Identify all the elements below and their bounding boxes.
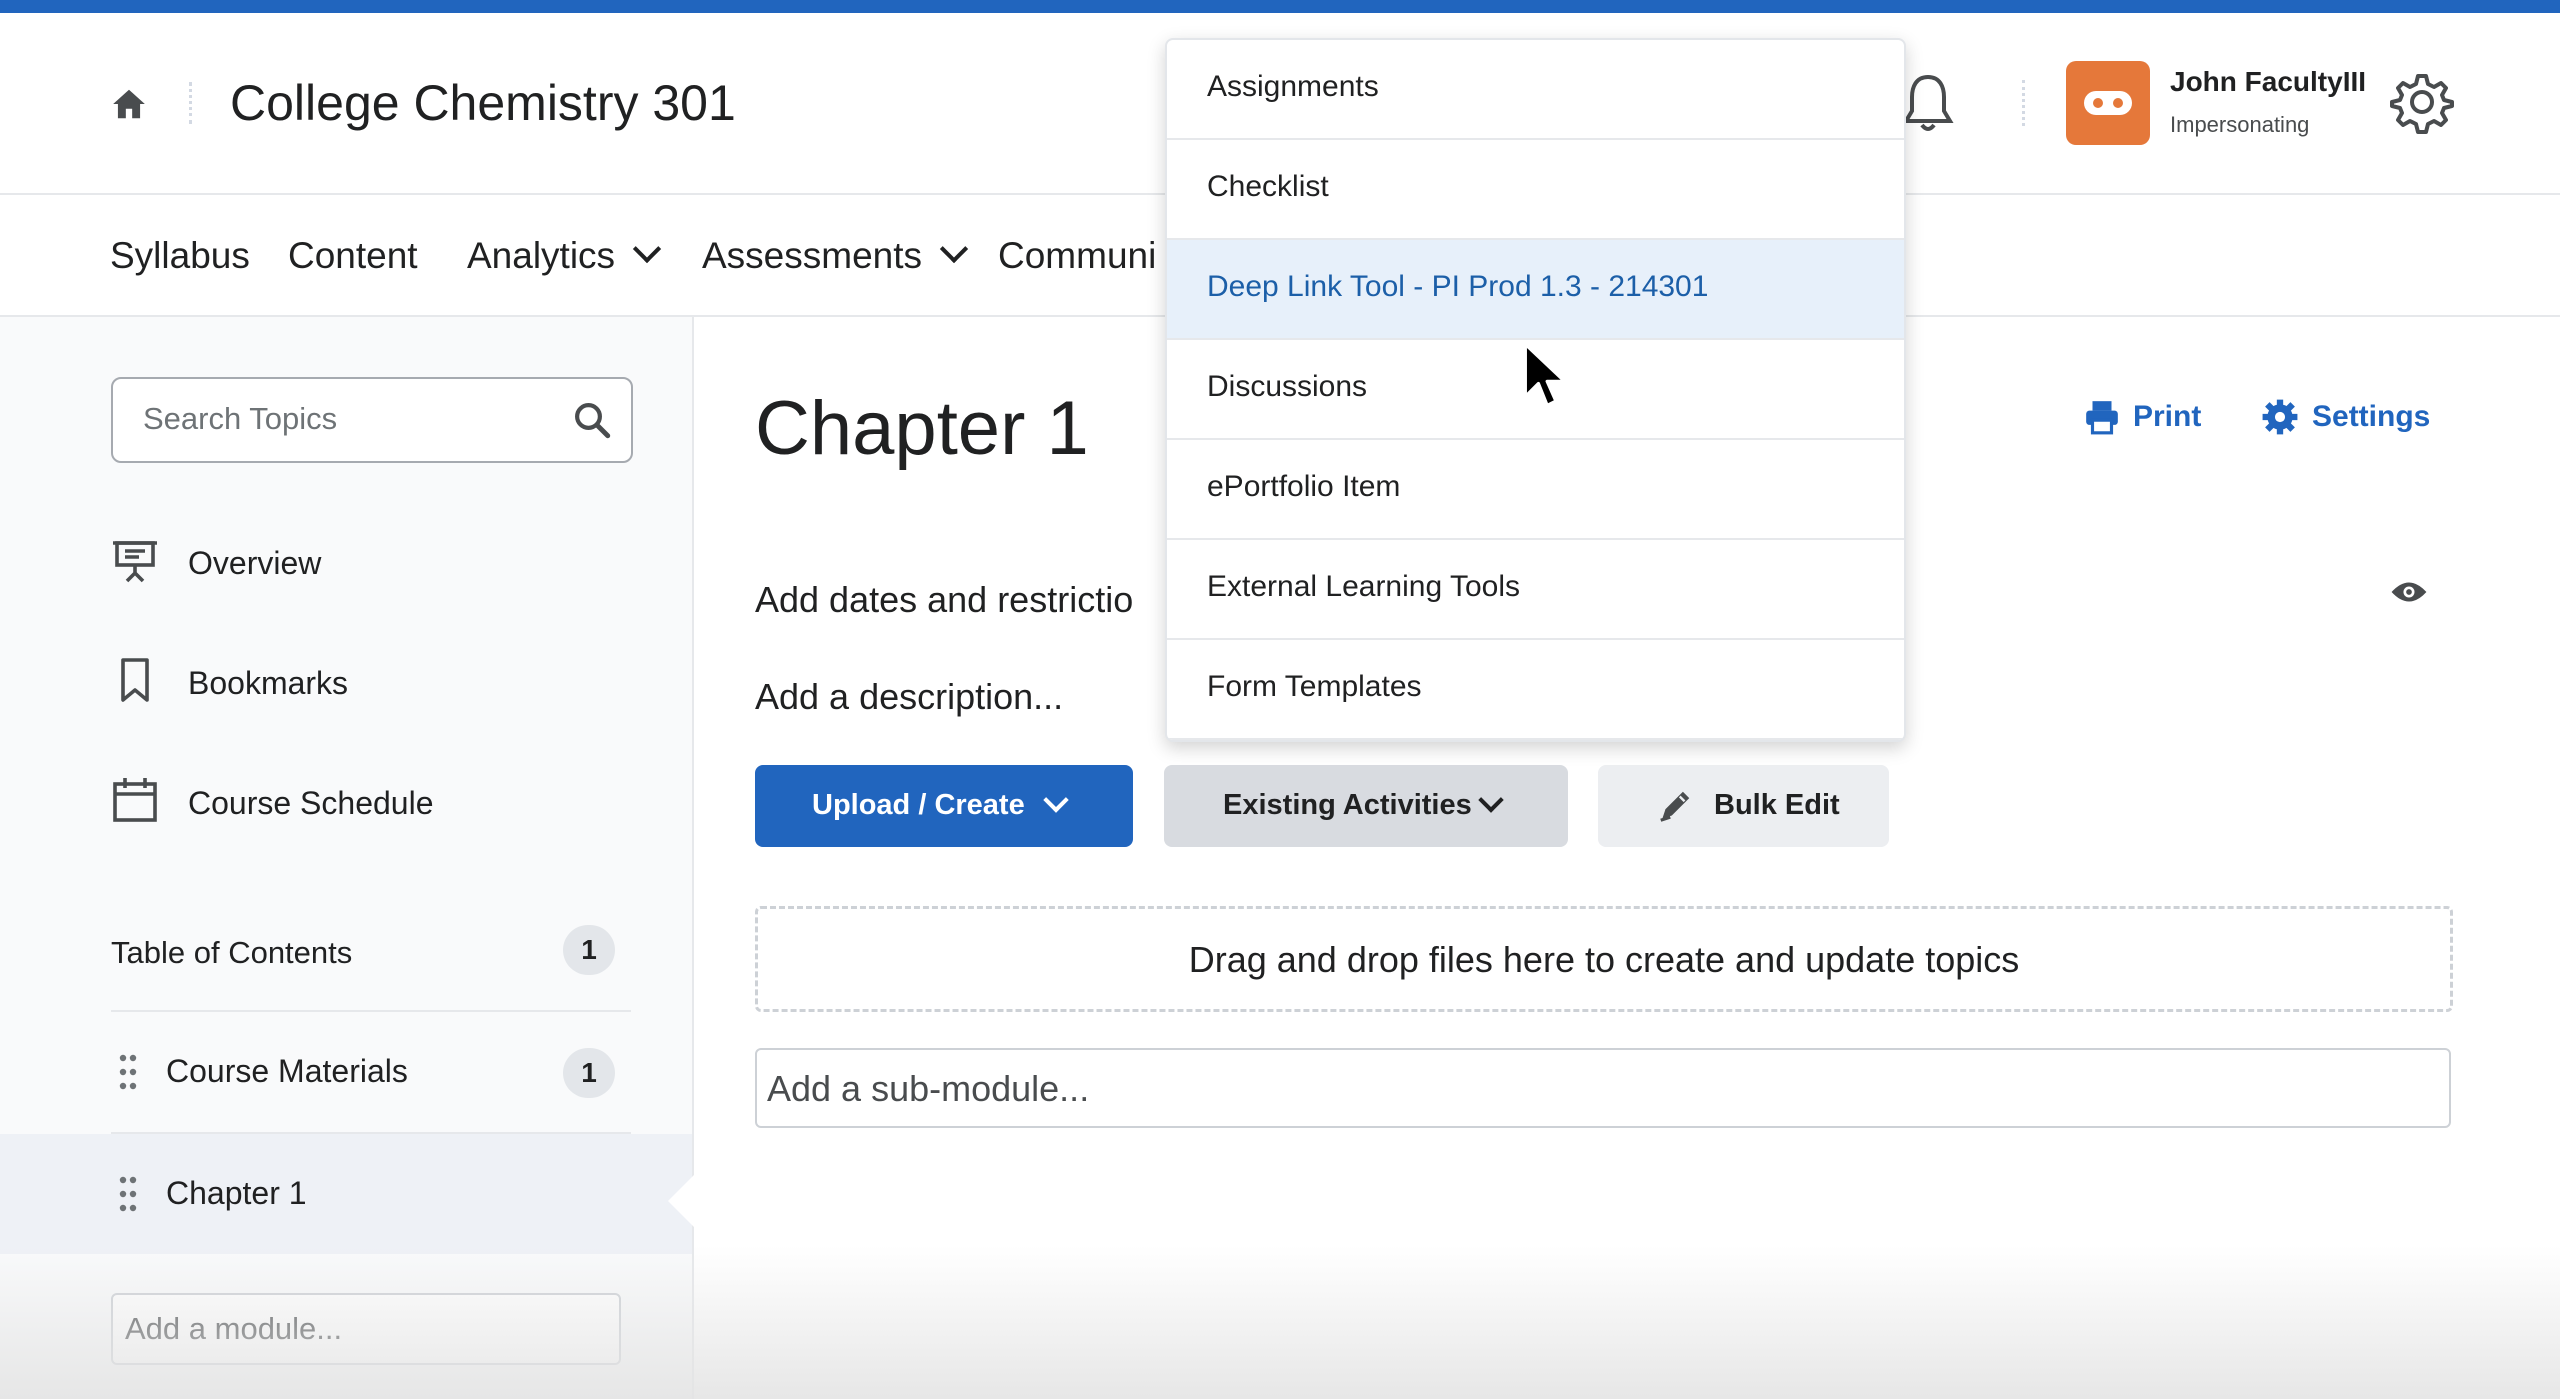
chevron-down-icon <box>1043 787 1069 813</box>
drag-handle-icon[interactable] <box>118 1174 138 1214</box>
menu-item-external-learning-tools[interactable]: External Learning Tools <box>1167 540 1904 640</box>
module-item-chapter-1[interactable]: Chapter 1 <box>0 1134 692 1254</box>
add-submodule-placeholder: Add a sub-module... <box>767 1068 1090 1109</box>
add-module-placeholder: Add a module... <box>125 1311 343 1346</box>
nav-analytics[interactable]: Analytics <box>467 234 662 277</box>
search-topics-input[interactable]: Search Topics <box>111 377 633 463</box>
nav-content[interactable]: Content <box>288 235 418 277</box>
nav-communication[interactable]: Communi <box>998 235 1156 277</box>
menu-item-label: Deep Link Tool - PI Prod 1.3 - 214301 <box>1207 270 1709 303</box>
drag-handle-icon[interactable] <box>118 1052 138 1092</box>
menu-item-form-templates[interactable]: Form Templates <box>1167 640 1904 740</box>
mouse-cursor-icon <box>1523 342 1567 408</box>
print-button[interactable]: Print <box>2133 400 2201 434</box>
menu-item-label: External Learning Tools <box>1207 570 1520 603</box>
sidebar-item-overview[interactable]: Overview <box>188 545 321 582</box>
module-label: Chapter 1 <box>166 1175 307 1211</box>
chevron-down-icon <box>1478 787 1504 813</box>
presentation-icon <box>113 541 157 583</box>
menu-item-deep-link-tool[interactable]: Deep Link Tool - PI Prod 1.3 - 214301 <box>1167 240 1904 340</box>
add-submodule-input[interactable]: Add a sub-module... <box>755 1048 2451 1128</box>
calendar-icon <box>113 778 157 822</box>
table-of-contents-label[interactable]: Table of Contents <box>111 935 352 971</box>
menu-item-label: Assignments <box>1207 70 1379 103</box>
menu-item-label: ePortfolio Item <box>1207 470 1401 503</box>
bulk-edit-label: Bulk Edit <box>1714 789 1840 821</box>
bulk-edit-button[interactable]: Bulk Edit <box>1598 765 1889 847</box>
dropzone-text: Drag and drop files here to create and u… <box>1188 939 2020 980</box>
menu-item-assignments[interactable]: Assignments <box>1167 40 1904 140</box>
existing-activities-label: Existing Activities <box>1223 789 1472 821</box>
menu-item-label: Form Templates <box>1207 670 1422 703</box>
menu-item-checklist[interactable]: Checklist <box>1167 140 1904 240</box>
page-title[interactable]: Chapter 1 <box>755 385 1089 472</box>
user-name[interactable]: John FacultyIII <box>2170 66 2366 98</box>
menu-item-label: Discussions <box>1207 370 1368 403</box>
file-dropzone[interactable]: Drag and drop files here to create and u… <box>755 906 2453 1012</box>
add-module-input[interactable]: Add a module... <box>111 1293 621 1365</box>
upload-create-label: Upload / Create <box>812 789 1025 821</box>
add-dates-link[interactable]: Add dates and restrictio <box>755 579 1133 621</box>
toc-count-badge: 1 <box>563 925 615 975</box>
chevron-down-icon <box>632 234 662 264</box>
upload-create-button[interactable]: Upload / Create <box>755 765 1133 847</box>
top-accent-bar <box>0 0 2560 13</box>
user-status: Impersonating <box>2170 112 2310 137</box>
eye-icon[interactable] <box>2390 578 2428 606</box>
chevron-down-icon <box>939 234 969 264</box>
avatar[interactable] <box>2066 61 2150 145</box>
gear-icon[interactable] <box>2261 398 2299 436</box>
header-divider-right <box>2022 80 2025 126</box>
add-description-link[interactable]: Add a description... <box>755 676 1063 718</box>
printer-icon[interactable] <box>2083 398 2121 436</box>
module-label: Course Materials <box>166 1053 408 1089</box>
pencil-icon <box>1660 791 1690 822</box>
course-title[interactable]: College Chemistry 301 <box>230 74 736 132</box>
sidebar-item-course-schedule[interactable]: Course Schedule <box>188 785 433 822</box>
settings-button[interactable]: Settings <box>2312 400 2430 434</box>
nav-assessments[interactable]: Assessments <box>702 234 969 277</box>
mask-icon <box>2084 91 2132 115</box>
module-item-course-materials[interactable]: Course Materials 1 <box>0 1012 692 1132</box>
gear-icon[interactable] <box>2390 70 2454 134</box>
bell-icon[interactable] <box>1900 70 1956 136</box>
module-count-badge: 1 <box>563 1048 615 1098</box>
home-icon[interactable] <box>110 85 148 123</box>
menu-item-eportfolio-item[interactable]: ePortfolio Item <box>1167 440 1904 540</box>
nav-analytics-label: Analytics <box>467 235 616 276</box>
search-placeholder: Search Topics <box>143 401 338 436</box>
header-divider <box>189 82 192 124</box>
search-icon[interactable] <box>571 399 613 441</box>
nav-syllabus[interactable]: Syllabus <box>110 235 250 277</box>
sidebar-item-bookmarks[interactable]: Bookmarks <box>188 665 348 702</box>
bookmark-icon <box>121 658 149 702</box>
existing-activities-button[interactable]: Existing Activities <box>1164 765 1568 847</box>
nav-assessments-label: Assessments <box>702 235 923 276</box>
menu-item-label: Checklist <box>1207 170 1329 203</box>
selected-indicator <box>668 1175 694 1227</box>
